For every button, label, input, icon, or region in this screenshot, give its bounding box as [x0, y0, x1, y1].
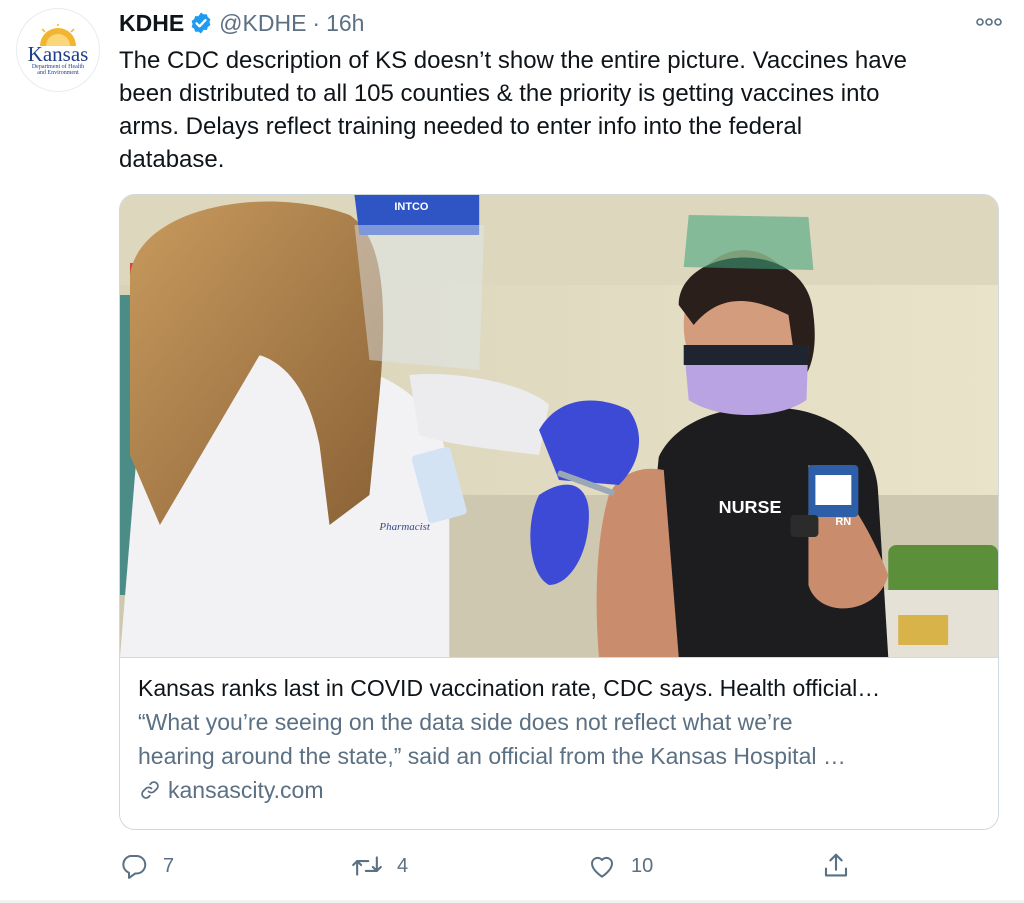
card-image-badge-text: RN	[835, 516, 851, 528]
reply-icon	[119, 851, 149, 881]
card-body: Kansas ranks last in COVID vaccination r…	[120, 658, 998, 807]
retweet-count: 4	[397, 854, 409, 877]
header-separator: ·	[312, 9, 321, 36]
avatar-logo-word: Kansas	[27, 42, 89, 66]
tweet-timestamp[interactable]: 16h	[326, 10, 364, 37]
author-handle[interactable]: @KDHE	[219, 10, 306, 37]
retweet-button[interactable]: 4	[351, 846, 408, 886]
share-icon	[821, 851, 851, 881]
link-card[interactable]: NURSE RN INTCO Pharmacist Kansas ranks l…	[119, 194, 999, 830]
verified-badge-icon	[189, 11, 213, 35]
card-domain: kansascity.com	[168, 777, 324, 803]
like-icon	[587, 851, 617, 881]
author-name[interactable]: KDHE	[119, 10, 184, 37]
card-image[interactable]: NURSE RN INTCO Pharmacist	[120, 195, 998, 658]
reply-count: 7	[163, 854, 175, 877]
card-domain-row[interactable]: kansascity.com	[138, 773, 980, 807]
card-image-shirt-text: NURSE	[719, 497, 782, 517]
card-description: “What you’re seeing on the data side doe…	[138, 709, 846, 769]
card-title[interactable]: Kansas ranks last in COVID vaccination r…	[138, 671, 980, 705]
share-button[interactable]	[821, 846, 851, 886]
like-button[interactable]: 10	[587, 846, 653, 886]
card-image-coat-name: Pharmacist	[378, 521, 430, 533]
link-icon	[138, 778, 162, 802]
tweet-text: The CDC description of KS doesn’t show t…	[119, 47, 907, 173]
tweet-header: KDHE @KDHE · 16h	[119, 6, 1004, 40]
retweet-icon	[351, 851, 383, 881]
reply-button[interactable]: 7	[119, 846, 174, 886]
avatar-logo-subtitle: Department of Health and Environment	[31, 64, 85, 76]
more-icon[interactable]	[974, 12, 1004, 32]
like-count: 10	[631, 854, 654, 877]
card-image-cap-text: INTCO	[394, 201, 429, 213]
tweet-actions: 7 4 10	[119, 846, 859, 886]
author-avatar[interactable]: Kansas Department of Health and Environm…	[16, 8, 100, 92]
